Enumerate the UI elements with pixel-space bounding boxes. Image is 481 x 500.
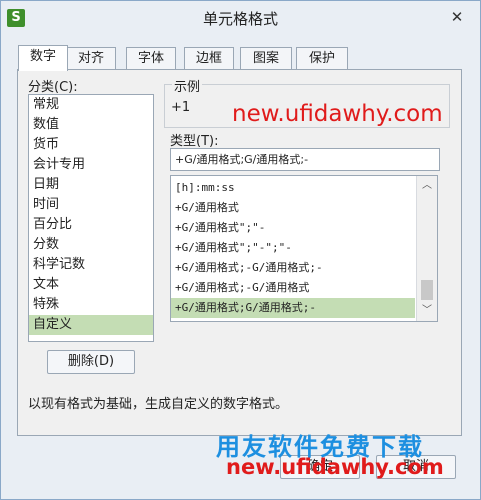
type-label: 类型(T):: [170, 134, 219, 149]
close-icon[interactable]: ✕: [441, 5, 473, 29]
type-input[interactable]: +G/通用格式;G/通用格式;-: [170, 148, 440, 171]
tab-border[interactable]: 边框: [184, 47, 234, 70]
category-item[interactable]: 常规: [29, 95, 153, 115]
format-item[interactable]: +G/通用格式";"-";"-: [171, 238, 415, 258]
category-item[interactable]: 特殊: [29, 295, 153, 315]
category-item[interactable]: 百分比: [29, 215, 153, 235]
category-item-custom[interactable]: 自定义: [29, 315, 153, 335]
format-item-selected[interactable]: +G/通用格式;G/通用格式;-: [171, 298, 415, 318]
watermark-url: new.ufidawhy.com: [232, 101, 443, 127]
category-item[interactable]: 货币: [29, 135, 153, 155]
watermark-url-bottom: new.ufidawhy.com: [226, 455, 444, 479]
tab-alignment[interactable]: 对齐: [66, 47, 116, 70]
format-item[interactable]: +G/通用格式: [171, 198, 415, 218]
custom-format-description: 以现有格式为基础，生成自定义的数字格式。: [28, 397, 289, 412]
category-item[interactable]: 时间: [29, 195, 153, 215]
category-item[interactable]: 文本: [29, 275, 153, 295]
category-item[interactable]: 数值: [29, 115, 153, 135]
scroll-thumb[interactable]: [421, 280, 433, 300]
scroll-up-icon[interactable]: ︿: [417, 178, 437, 194]
format-list[interactable]: [h]:mm:ss +G/通用格式 +G/通用格式";"- +G/通用格式";"…: [170, 175, 438, 322]
tab-protection[interactable]: 保护: [296, 47, 348, 70]
category-item[interactable]: 分数: [29, 235, 153, 255]
tab-pattern[interactable]: 图案: [240, 47, 292, 70]
category-label: 分类(C):: [28, 80, 78, 95]
format-item[interactable]: +G/通用格式;-G/通用格式: [171, 278, 415, 298]
sample-value: +1: [171, 100, 191, 115]
delete-button[interactable]: 删除(D): [47, 350, 135, 374]
format-item[interactable]: +G/通用格式";"-: [171, 218, 415, 238]
tab-number[interactable]: 数字: [18, 45, 68, 71]
format-item[interactable]: +G/通用格式;-G/通用格式;-: [171, 258, 415, 278]
sample-label: 示例: [172, 76, 203, 95]
dialog-title: 单元格格式: [202, 10, 278, 28]
category-item[interactable]: 科学记数: [29, 255, 153, 275]
title-bar: S 单元格格式 ✕: [1, 1, 480, 37]
format-item[interactable]: [h]:mm:ss: [171, 178, 415, 198]
category-item[interactable]: 日期: [29, 175, 153, 195]
category-list[interactable]: 常规 数值 货币 会计专用 日期 时间 百分比 分数 科学记数 文本 特殊 自定…: [28, 94, 154, 342]
scroll-down-icon[interactable]: ﹀: [417, 303, 437, 319]
tab-font[interactable]: 字体: [126, 47, 176, 70]
format-list-scrollbar[interactable]: ︿ ﹀: [416, 176, 437, 321]
category-item[interactable]: 会计专用: [29, 155, 153, 175]
